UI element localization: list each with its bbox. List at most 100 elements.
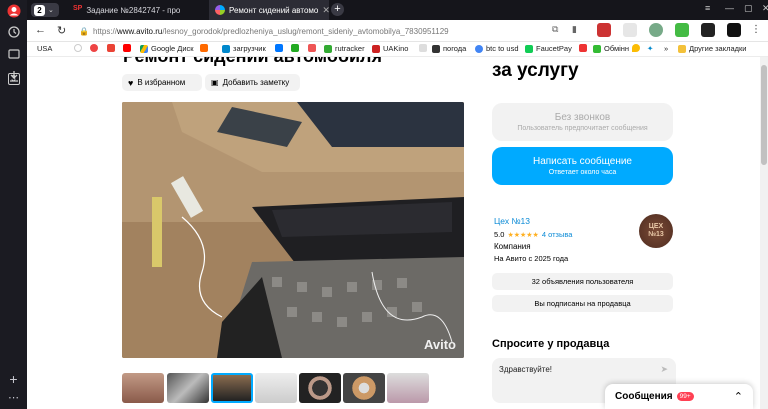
chevron-up-icon[interactable]: ⌃: [734, 390, 743, 403]
scrollbar-thumb[interactable]: [761, 65, 767, 165]
minimize-icon[interactable]: —: [725, 3, 734, 13]
browser-sidebar: 3 + ⋯: [0, 0, 27, 409]
bookmark-label: USA: [37, 44, 53, 53]
reload-icon[interactable]: ↻: [57, 24, 66, 37]
no-calls-subtitle: Пользователь предпочитает сообщения: [517, 125, 648, 132]
workspace-3-icon[interactable]: 3: [4, 69, 23, 88]
bookmark-icon[interactable]: ▮: [572, 24, 577, 35]
tabs-menu-icon[interactable]: ≡: [705, 3, 710, 13]
bookmark-r-icon[interactable]: [579, 44, 590, 52]
favorite-label: В избранном: [137, 78, 186, 87]
seller-rating-row: 5.0 ★★★★★ 4 отзыва: [494, 230, 572, 239]
thumbnail-7[interactable]: [387, 373, 429, 403]
bookmark-star-icon[interactable]: ✦: [647, 44, 653, 53]
bookmark-usa[interactable]: USA: [37, 44, 52, 53]
extension-4-icon[interactable]: [701, 23, 715, 37]
heart-icon: ♥: [128, 77, 134, 88]
bookmarks-more-icon[interactable]: »: [664, 44, 668, 53]
other-bookmarks[interactable]: Другие закладки: [678, 44, 746, 53]
bookmark-gmail-icon[interactable]: [107, 44, 118, 52]
thumbnail-6[interactable]: [343, 373, 385, 403]
history-icon[interactable]: [4, 22, 23, 41]
bookmark-faucetpay[interactable]: FaucetPay: [525, 44, 572, 53]
seller-listings-button[interactable]: 32 объявления пользователя: [492, 273, 673, 290]
close-window-icon[interactable]: ✕: [762, 3, 768, 14]
bookmark-maps-icon[interactable]: [632, 44, 643, 52]
bookmark-vk-icon[interactable]: [275, 44, 286, 52]
send-icon[interactable]: ➤: [660, 364, 668, 375]
thumbnail-5[interactable]: [299, 373, 341, 403]
bookmark-label: Обмінн: [604, 44, 630, 53]
subscribed-button[interactable]: Вы подписаны на продавца: [492, 295, 673, 312]
maximize-icon[interactable]: ▢: [744, 3, 753, 14]
bookmark-opera-icon[interactable]: [90, 44, 101, 52]
page-content: Ремонт сидений автомобиля за услугу ♥ В …: [27, 57, 760, 409]
bookmark-fx-icon[interactable]: [308, 44, 319, 52]
messages-badge: 99+: [676, 392, 694, 401]
favorite-button[interactable]: ♥ В избранном: [122, 74, 202, 91]
bookmark-label: FaucetPay: [536, 44, 572, 53]
add-panel-icon[interactable]: +: [4, 369, 23, 388]
new-tab-icon[interactable]: +: [331, 3, 344, 16]
back-icon[interactable]: ←: [35, 24, 46, 36]
avito-favicon-icon: [215, 5, 225, 15]
bookmark-google-icon[interactable]: [74, 44, 85, 52]
avito-watermark: Avito: [423, 337, 456, 352]
write-message-subtitle: Ответает около часа: [548, 169, 617, 176]
price-unit: за услугу: [492, 60, 579, 81]
menu-icon[interactable]: ⋮: [751, 24, 761, 35]
note-icon: ▣: [211, 78, 219, 87]
url-protocol: https://: [92, 26, 117, 36]
bookmark-downloader[interactable]: загрузчик: [222, 44, 266, 53]
bookmark-2-icon[interactable]: [291, 44, 302, 52]
extension-3-icon[interactable]: [649, 23, 663, 37]
url-field[interactable]: 🔒 https:// www.avito.ru /lesnoy_gorodok/…: [79, 24, 564, 38]
copy-link-icon[interactable]: ⧉: [552, 24, 558, 35]
bookmark-exchange[interactable]: Обмінн: [593, 44, 629, 53]
extension-2-icon[interactable]: [623, 23, 637, 37]
tab-task[interactable]: SP Задание №2842747 - про: [67, 0, 207, 20]
messages-bar[interactable]: Сообщения 99+ ⌃: [605, 384, 753, 409]
bookmarks-bar: USA Google Диск загрузчик rutracker UAKi…: [27, 42, 768, 57]
no-calls-button: Без звонков Пользователь предпочитает со…: [492, 103, 673, 141]
tab-counter[interactable]: 2 ⌄: [31, 3, 59, 17]
thumbnail-1[interactable]: [122, 373, 164, 403]
extension-5-icon[interactable]: [727, 23, 741, 37]
messages-label: Сообщения: [615, 391, 673, 402]
ask-seller-heading: Спросите у продавца: [492, 338, 610, 350]
note-label: Добавить заметку: [222, 78, 290, 87]
tab-avito[interactable]: Ремонт сидений автомо ✕: [209, 0, 329, 20]
bookmark-btc[interactable]: btc to usd: [475, 44, 519, 53]
rating-stars-icon: ★★★★★: [507, 231, 539, 239]
bookmark-google-drive[interactable]: Google Диск: [140, 44, 194, 53]
main-photo[interactable]: Avito: [122, 102, 464, 358]
bookmark-label: Google Диск: [151, 44, 194, 53]
sidebar-more-icon[interactable]: ⋯: [4, 388, 23, 407]
listing-title: Ремонт сидений автомобиля: [123, 57, 382, 67]
reviews-link[interactable]: 4 отзыва: [542, 230, 573, 239]
profile-icon[interactable]: [4, 1, 23, 20]
thumbnail-3[interactable]: [211, 373, 253, 403]
download-extension-icon[interactable]: [675, 23, 689, 37]
lock-icon: 🔒: [79, 26, 89, 36]
bookmark-page-icon[interactable]: [419, 44, 430, 52]
seller-avatar[interactable]: ЦЕХ №13: [639, 214, 673, 248]
scrollbar[interactable]: [760, 57, 768, 409]
seller-name[interactable]: Цех №13: [494, 216, 530, 226]
bookmark-label: погода: [443, 44, 467, 53]
chevron-down-icon: ⌄: [48, 7, 54, 14]
extension-1-icon[interactable]: [597, 23, 611, 37]
bookmark-youtube-icon[interactable]: [123, 44, 134, 52]
write-message-button[interactable]: Написать сообщение Ответает около часа: [492, 147, 673, 185]
bookmark-rutracker[interactable]: rutracker: [324, 44, 365, 53]
add-note-button[interactable]: ▣ Добавить заметку: [205, 74, 300, 91]
write-message-title: Написать сообщение: [532, 156, 632, 167]
extensions-icon[interactable]: [4, 44, 23, 63]
bookmark-weather[interactable]: погода: [432, 44, 466, 53]
bookmark-uakino[interactable]: UAKino: [372, 44, 408, 53]
thumbnail-2[interactable]: [167, 373, 209, 403]
close-tab-icon[interactable]: ✕: [318, 5, 329, 16]
thumbnail-4[interactable]: [255, 373, 297, 403]
bookmark-label: UAKino: [383, 44, 409, 53]
bookmark-alibaba-icon[interactable]: [200, 44, 211, 52]
